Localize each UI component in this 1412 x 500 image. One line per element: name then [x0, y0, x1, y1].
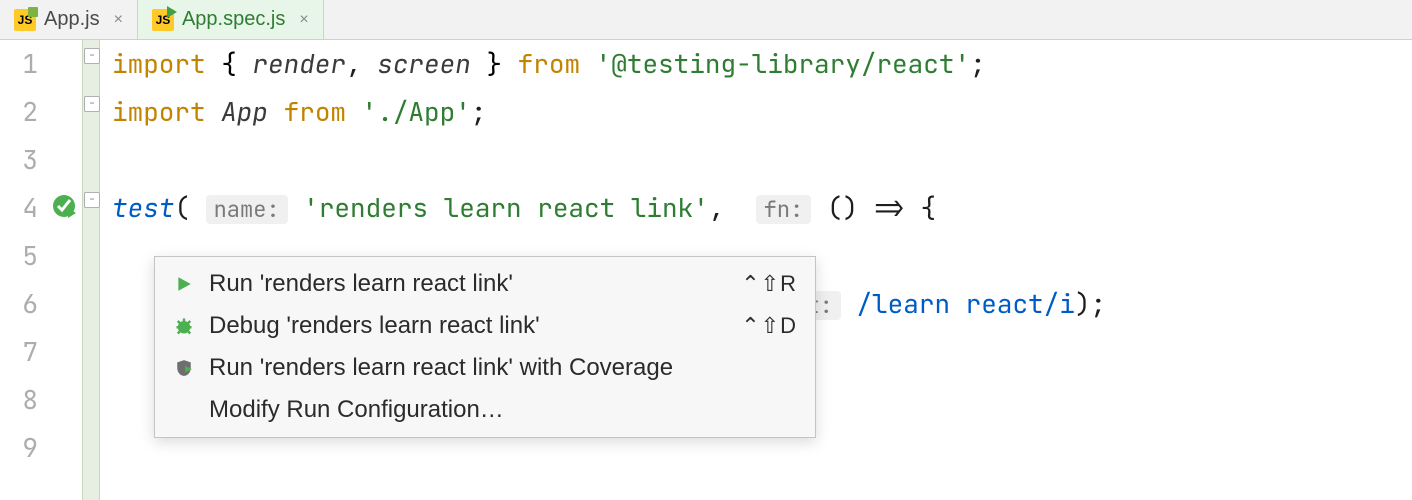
code-editor[interactable]: 123 456 789 − − − import { render, scree…	[0, 40, 1412, 500]
tab-label: App.spec.js	[182, 8, 285, 31]
code-line: import App from './App';	[112, 88, 1412, 136]
code-line: test( name: 'renders learn react link', …	[112, 184, 1412, 232]
code-area[interactable]: import { render, screen } from '@testing…	[100, 40, 1412, 500]
menu-label: Debug 'renders learn react link'	[209, 302, 727, 350]
js-file-icon: JS	[14, 9, 36, 31]
editor-tabs: JS App.js × JS App.spec.js ×	[0, 0, 1412, 40]
line-numbers: 123 456 789	[0, 40, 48, 500]
parameter-hint: fn:	[756, 195, 812, 224]
js-test-file-icon: JS	[152, 9, 174, 31]
run-context-menu: Run 'renders learn react link' ⌃⇧R Debug…	[154, 256, 816, 438]
menu-run-test[interactable]: Run 'renders learn react link' ⌃⇧R	[155, 263, 815, 305]
menu-shortcut: ⌃⇧R	[741, 260, 797, 308]
menu-label: Run 'renders learn react link'	[209, 260, 727, 308]
blank-icon	[173, 399, 195, 421]
menu-label: Run 'renders learn react link' with Cove…	[209, 344, 783, 392]
menu-run-coverage[interactable]: Run 'renders learn react link' with Cove…	[155, 347, 815, 389]
tab-app-js[interactable]: JS App.js ×	[0, 0, 138, 39]
menu-debug-test[interactable]: Debug 'renders learn react link' ⌃⇧D	[155, 305, 815, 347]
run-test-gutter-icon[interactable]	[52, 194, 76, 218]
parameter-hint: name:	[206, 195, 288, 224]
close-icon[interactable]: ×	[114, 11, 123, 29]
gutter-icons	[48, 40, 82, 500]
menu-modify-config[interactable]: Modify Run Configuration…	[155, 389, 815, 431]
fold-toggle-icon[interactable]: −	[84, 192, 100, 208]
tab-app-spec-js[interactable]: JS App.spec.js ×	[138, 0, 324, 39]
run-icon	[173, 273, 195, 295]
code-line: import { render, screen } from '@testing…	[112, 40, 1412, 88]
bug-icon	[173, 315, 195, 337]
code-line	[112, 136, 1412, 184]
menu-shortcut: ⌃⇧D	[741, 302, 797, 350]
tab-label: App.js	[44, 8, 100, 31]
shield-run-icon	[173, 357, 195, 379]
fold-toggle-icon[interactable]: −	[84, 96, 100, 112]
fold-toggle-icon[interactable]: −	[84, 48, 100, 64]
menu-label: Modify Run Configuration…	[209, 386, 783, 434]
close-icon[interactable]: ×	[299, 11, 308, 29]
gutter: 123 456 789 − − −	[0, 40, 100, 500]
fold-column: − − −	[82, 40, 100, 500]
